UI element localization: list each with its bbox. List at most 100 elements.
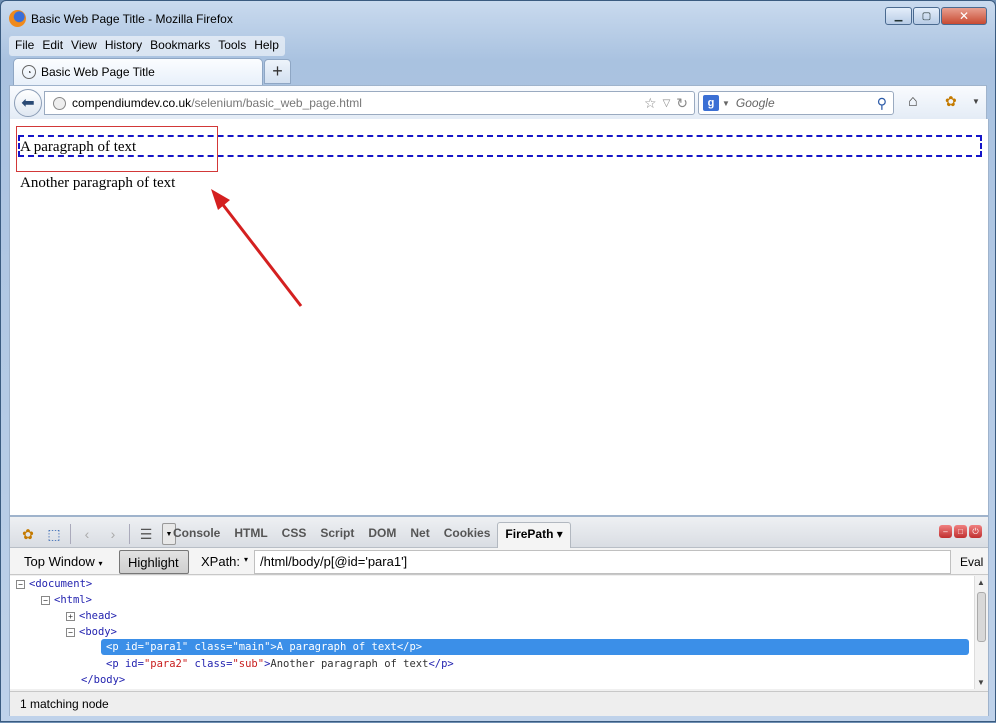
eval-button[interactable]: Eval [960,555,983,569]
tab-firepath-label: FirePath [505,527,554,541]
inspect-element-icon[interactable]: ⬚ [44,524,64,544]
chevron-down-icon: ▾ [98,559,103,568]
status-bar: 1 matching node [10,691,988,716]
menu-tools[interactable]: Tools [214,36,250,56]
browser-tab[interactable]: ◔ Basic Web Page Title [13,58,263,85]
bookmark-star-icon[interactable]: ☆ [644,95,657,112]
node-label: <document> [29,578,93,590]
text-node: A paragraph of text [276,641,397,653]
attr-value: "para2" [143,658,189,670]
search-engine-dropdown-icon[interactable]: ▼ [722,99,730,108]
attr-value: "para1" [143,641,189,653]
menu-view[interactable]: View [67,36,101,56]
dom-tree: − <document> − <html> + <head> − <body> <p i… [10,576,974,689]
attr-value: "sub" [232,658,265,670]
firebug-panel: ✿ ⬚ ‹ › ☰ ▼ Console HTML CSS Script DOM … [9,516,989,716]
url-host: compendiumdev.co.uk [72,96,192,110]
attr-value: "main" [232,641,271,653]
expand-icon[interactable]: + [66,611,75,621]
top-window-dropdown[interactable]: Top Window ▾ [16,550,118,574]
xpath-input[interactable]: /html/body/p[@id='para1'] [254,550,951,574]
firebug-minimize-icon[interactable]: – [939,525,952,538]
tree-scrollbar[interactable]: ▲ ▼ [974,576,988,689]
node-label: <p id="para1" class="main">A paragraph o… [106,640,422,654]
menu-edit[interactable]: Edit [38,36,67,56]
window-title: Basic Web Page Title - Mozilla Firefox [31,12,233,26]
firepath-toolbar: Top Window ▾ Highlight XPath: ▾ /html/bo… [10,548,988,575]
minimize-icon[interactable]: ▁ [885,7,912,25]
list-menu-icon[interactable]: ☰ [136,524,156,544]
menu-bookmarks[interactable]: Bookmarks [146,36,214,56]
text-node: Another paragraph of text [270,658,429,670]
attr-name: class= [188,641,233,653]
tree-node-body[interactable]: − <body> [66,625,117,639]
scroll-up-icon[interactable]: ▲ [977,578,985,587]
top-window-label: Top Window [24,554,95,569]
tag-open: <p [106,641,125,653]
tree-node-html[interactable]: − <html> [41,593,92,607]
firebug-tabs: Console HTML CSS Script DOM Net Cookies … [166,522,571,548]
menu-history[interactable]: History [101,36,146,56]
close-icon[interactable]: ✕ [941,7,987,25]
tree-node-head[interactable]: + <head> [66,609,117,623]
title-bar: Basic Web Page Title - Mozilla Firefox ▁… [1,1,995,35]
navigation-toolbar: ⬅ compendiumdev.co.uk/selenium/basic_web… [9,85,987,119]
new-tab-button[interactable]: + [264,59,291,84]
scroll-down-icon[interactable]: ▼ [977,678,985,687]
back-button[interactable]: ⬅ [14,89,42,117]
maximize-icon[interactable]: ▢ [913,7,940,25]
globe-icon [53,96,66,110]
url-path: /selenium/basic_web_page.html [191,96,362,110]
firebug-menu-icon[interactable]: ✿ [18,524,38,544]
tab-net[interactable]: Net [403,522,436,548]
tab-dom[interactable]: DOM [361,522,403,548]
history-forward-icon[interactable]: › [103,524,123,544]
firefox-window: Basic Web Page Title - Mozilla Firefox ▁… [0,0,996,722]
history-back-icon[interactable]: ‹ [77,524,97,544]
scroll-thumb[interactable] [977,592,986,642]
menu-help[interactable]: Help [250,36,283,56]
firebug-icon[interactable]: ✿ [945,93,957,110]
tab-label: Basic Web Page Title [41,65,155,79]
collapse-icon[interactable]: − [16,579,25,589]
window-controls: ▁ ▢ ✕ [885,7,987,25]
firefox-logo-icon[interactable] [9,10,26,27]
attr-name: id= [124,658,144,670]
tab-html[interactable]: HTML [227,522,274,548]
toolbar-divider [70,524,71,544]
paragraph-2: Another paragraph of text [20,175,176,191]
firebug-dropdown-icon[interactable]: ▼ [972,97,980,106]
search-box[interactable]: g ▼ Google ⚲ [698,91,894,115]
google-engine-icon[interactable]: g [703,95,719,111]
firebug-close-icon[interactable]: ⏻ [969,525,982,538]
dropdown-icon[interactable]: ▽ [663,95,671,112]
tab-console[interactable]: Console [166,522,227,548]
firebug-toolbar: ✿ ⬚ ‹ › ☰ ▼ Console HTML CSS Script DOM … [10,517,988,548]
xpath-label[interactable]: XPath: [201,554,240,569]
search-input[interactable]: Google [736,96,775,110]
highlight-button[interactable]: Highlight [119,550,189,574]
collapse-icon[interactable]: − [66,627,75,637]
tab-cookies[interactable]: Cookies [437,522,498,548]
tab-css[interactable]: CSS [275,522,314,548]
attr-name: id= [124,641,144,653]
tab-script[interactable]: Script [313,522,361,548]
tree-node-p-para2[interactable]: <p id="para2" class="sub">Another paragr… [106,657,454,671]
node-label: </body> [81,674,126,686]
node-label: <html> [54,594,92,606]
reload-icon[interactable]: ↻ [676,95,688,112]
home-icon[interactable]: ⌂ [908,93,918,111]
tag-end: </p> [396,641,423,653]
tab-firepath[interactable]: FirePath ▾ [497,522,571,548]
tree-node-document[interactable]: − <document> [16,577,92,591]
collapse-icon[interactable]: − [41,595,50,605]
firebug-detach-icon[interactable]: □ [954,525,967,538]
toolbar-divider [129,524,130,544]
address-bar[interactable]: compendiumdev.co.uk/selenium/basic_web_p… [44,91,695,115]
page-favicon-icon: ◔ [22,65,36,79]
node-label: <body> [79,626,117,638]
xpath-dropdown-icon[interactable]: ▾ [244,555,248,564]
menu-file[interactable]: File [11,36,38,56]
search-magnifier-icon[interactable]: ⚲ [877,95,887,112]
tree-node-p-para1-selected[interactable]: <p id="para1" class="main">A paragraph o… [101,639,969,655]
